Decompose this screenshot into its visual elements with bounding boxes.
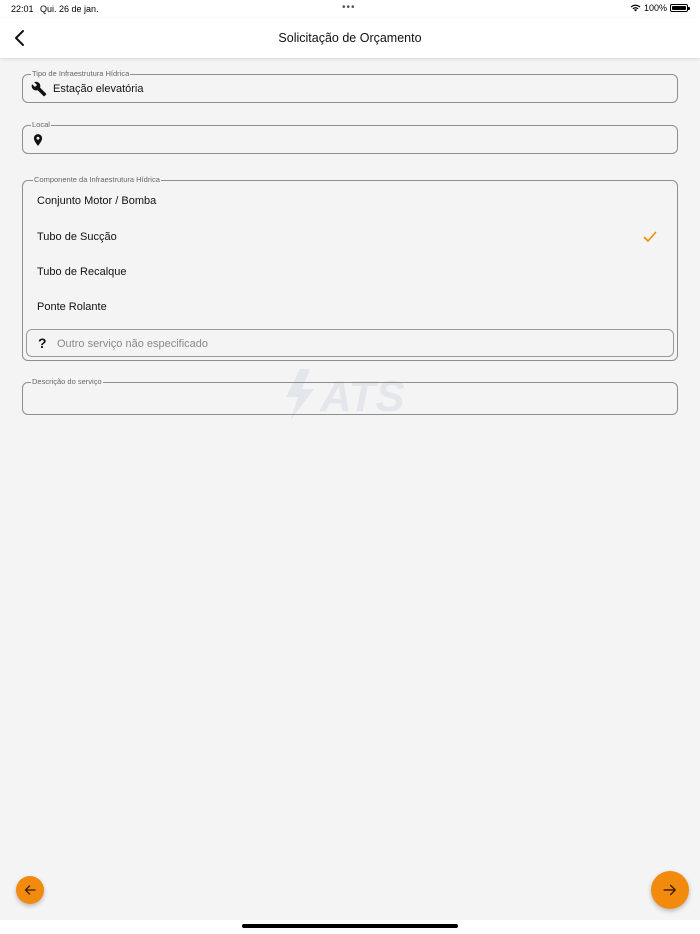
tipo-field-value: Estação elevatória xyxy=(53,83,144,95)
map-pin-icon xyxy=(33,134,43,146)
status-date: Qui. 26 de jan. xyxy=(40,4,99,14)
tipo-field[interactable]: Tipo de Infraestrutura Hídrica Estação e… xyxy=(22,69,678,103)
nav-bar: Solicitação de Orçamento xyxy=(0,18,700,58)
battery-percent: 100% xyxy=(643,3,667,13)
arrow-right-icon xyxy=(663,884,676,896)
status-bar: 22:01 Qui. 26 de jan. ••• 100% xyxy=(0,0,700,18)
status-right: 100% xyxy=(630,3,690,13)
componente-field: Componente da Infraestrutura Hídrica Con… xyxy=(22,175,678,361)
other-service-input[interactable]: ? Outro serviço não especificado xyxy=(26,329,674,357)
option-conjunto-motor-bomba[interactable]: Conjunto Motor / Bomba xyxy=(37,195,156,207)
status-time: 22:01 xyxy=(11,4,34,14)
componente-field-label: Componente da Infraestrutura Hídrica xyxy=(33,175,161,185)
option-tubo-recalque[interactable]: Tubo de Recalque xyxy=(37,266,127,278)
page-title: Solicitação de Orçamento xyxy=(278,31,422,45)
other-service-placeholder: Outro serviço não especificado xyxy=(57,338,209,350)
home-indicator[interactable] xyxy=(242,924,458,928)
tipo-field-label: Tipo de Infraestrutura Hídrica xyxy=(31,69,131,79)
question-mark-icon: ? xyxy=(38,335,47,351)
option-ponte-rolante[interactable]: Ponte Rolante xyxy=(37,301,107,313)
multitasking-dots[interactable]: ••• xyxy=(342,2,356,13)
local-field[interactable]: Local xyxy=(22,120,678,154)
option-tubo-succao[interactable]: Tubo de Sucção xyxy=(37,231,117,243)
local-field-label: Local xyxy=(31,120,51,130)
next-button[interactable] xyxy=(651,871,689,909)
arrow-left-icon xyxy=(24,885,36,895)
wifi-icon xyxy=(630,4,641,12)
wrench-icon xyxy=(31,81,47,97)
checkmark-icon xyxy=(643,231,657,242)
descricao-field[interactable]: Descrição do serviço xyxy=(22,377,678,415)
previous-button[interactable] xyxy=(16,876,44,904)
battery-icon xyxy=(670,4,690,12)
descricao-field-label: Descrição do serviço xyxy=(31,377,103,387)
